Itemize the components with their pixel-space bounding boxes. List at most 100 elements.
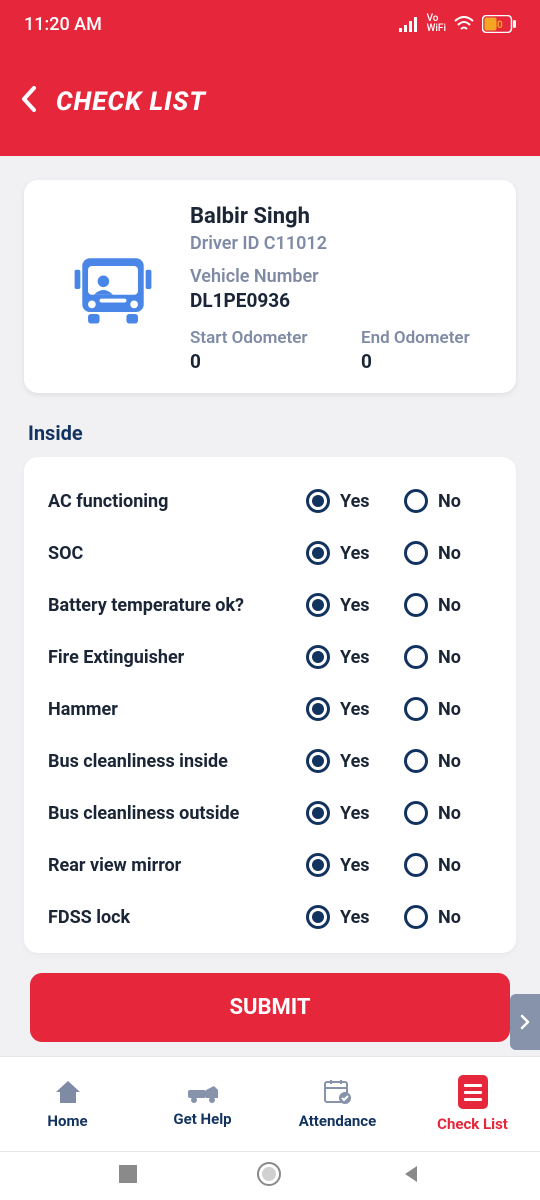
tab-home-label: Home xyxy=(47,1112,87,1130)
option-yes-label: Yes xyxy=(340,647,370,668)
option-yes[interactable]: Yes xyxy=(306,905,394,929)
radio-no[interactable] xyxy=(404,749,428,773)
option-no-label: No xyxy=(438,491,461,512)
checklist-row: FDSS lockYesNo xyxy=(48,891,492,943)
page-title: CHECK LIST xyxy=(56,87,206,117)
radio-yes[interactable] xyxy=(306,541,330,565)
radio-yes[interactable] xyxy=(306,593,330,617)
checklist-item-label: Battery temperature ok? xyxy=(48,595,296,616)
help-icon xyxy=(186,1080,220,1104)
driver-id: Driver ID C11012 xyxy=(190,233,492,254)
status-bar: 11:20 AM VoWiFi 40 xyxy=(0,0,540,48)
tab-get-help[interactable]: Get Help xyxy=(135,1080,270,1128)
radio-yes[interactable] xyxy=(306,697,330,721)
option-no[interactable]: No xyxy=(404,593,492,617)
end-odometer-label: End Odometer xyxy=(361,328,492,348)
radio-yes[interactable] xyxy=(306,905,330,929)
radio-no[interactable] xyxy=(404,541,428,565)
option-no-label: No xyxy=(438,699,461,720)
checklist-item-label: Rear view mirror xyxy=(48,855,296,876)
radio-no[interactable] xyxy=(404,697,428,721)
status-time: 11:20 AM xyxy=(24,14,102,35)
option-yes[interactable]: Yes xyxy=(306,645,394,669)
radio-yes[interactable] xyxy=(306,853,330,877)
option-no[interactable]: No xyxy=(404,905,492,929)
nav-recent-icon[interactable] xyxy=(119,1165,137,1187)
option-yes[interactable]: Yes xyxy=(306,489,394,513)
vowifi-icon: VoWiFi xyxy=(427,14,446,34)
option-yes-label: Yes xyxy=(340,595,370,616)
option-no[interactable]: No xyxy=(404,801,492,825)
option-yes-label: Yes xyxy=(340,543,370,564)
tab-check-list[interactable]: Check List xyxy=(405,1075,540,1133)
signal-icon xyxy=(399,16,419,32)
option-no-label: No xyxy=(438,543,461,564)
option-yes[interactable]: Yes xyxy=(306,801,394,825)
option-yes[interactable]: Yes xyxy=(306,749,394,773)
tab-attendance[interactable]: Attendance xyxy=(270,1078,405,1130)
checklist-row: Rear view mirror Yes No xyxy=(48,839,492,891)
checklist-item-label: AC functioning xyxy=(48,491,296,512)
checklist-row: AC functioning Yes No xyxy=(48,475,492,527)
back-icon[interactable] xyxy=(20,85,38,119)
option-yes-label: Yes xyxy=(340,907,370,928)
option-no[interactable]: No xyxy=(404,645,492,669)
home-icon xyxy=(54,1078,82,1106)
option-yes[interactable]: Yes xyxy=(306,541,394,565)
option-yes-label: Yes xyxy=(340,751,370,772)
checklist-card: AC functioningYesNoSOCYesNoBattery tempe… xyxy=(24,457,516,953)
radio-yes[interactable] xyxy=(306,749,330,773)
radio-no[interactable] xyxy=(404,645,428,669)
checklist-row: Bus cleanliness insideYesNo xyxy=(48,735,492,787)
checklist-row: Fire Extinguisher Yes No xyxy=(48,631,492,683)
option-no-label: No xyxy=(438,907,461,928)
option-no-label: No xyxy=(438,595,461,616)
nav-home-icon[interactable] xyxy=(256,1161,282,1191)
section-inside-label: Inside xyxy=(28,421,512,445)
radio-no[interactable] xyxy=(404,905,428,929)
option-no[interactable]: No xyxy=(404,541,492,565)
option-yes-label: Yes xyxy=(340,855,370,876)
radio-no[interactable] xyxy=(404,801,428,825)
option-no-label: No xyxy=(438,855,461,876)
wifi-icon xyxy=(454,16,474,32)
bottom-tabs: Home Get Help Attendance Check List xyxy=(0,1056,540,1152)
option-yes-label: Yes xyxy=(340,491,370,512)
option-yes[interactable]: Yes xyxy=(306,853,394,877)
attendance-icon xyxy=(323,1078,353,1106)
svg-text:40: 40 xyxy=(491,20,503,31)
app-header: CHECK LIST xyxy=(0,48,540,156)
status-icons: VoWiFi 40 xyxy=(399,14,516,34)
radio-yes[interactable] xyxy=(306,489,330,513)
option-yes[interactable]: Yes xyxy=(306,593,394,617)
option-yes-label: Yes xyxy=(340,803,370,824)
end-odometer-value: 0 xyxy=(361,350,492,373)
nav-back-icon[interactable] xyxy=(401,1164,421,1188)
radio-no[interactable] xyxy=(404,593,428,617)
radio-no[interactable] xyxy=(404,489,428,513)
checklist-row: Bus cleanliness outside Yes No xyxy=(48,787,492,839)
option-yes[interactable]: Yes xyxy=(306,697,394,721)
tab-attendance-label: Attendance xyxy=(299,1112,376,1130)
system-nav-bar xyxy=(0,1152,540,1200)
checklist-row: Battery temperature ok? Yes No xyxy=(48,579,492,631)
vehicle-number: DL1PE0936 xyxy=(190,289,492,312)
option-no[interactable]: No xyxy=(404,853,492,877)
option-no-label: No xyxy=(438,751,461,772)
tab-home[interactable]: Home xyxy=(0,1078,135,1130)
radio-yes[interactable] xyxy=(306,801,330,825)
radio-no[interactable] xyxy=(404,853,428,877)
checklist-item-label: Bus cleanliness outside xyxy=(48,803,296,824)
option-no[interactable]: No xyxy=(404,749,492,773)
radio-yes[interactable] xyxy=(306,645,330,669)
side-expand-button[interactable] xyxy=(510,994,540,1050)
checklist-item-label: Fire Extinguisher xyxy=(48,647,296,668)
option-no[interactable]: No xyxy=(404,697,492,721)
start-odometer-label: Start Odometer xyxy=(190,328,321,348)
option-no[interactable]: No xyxy=(404,489,492,513)
option-no-label: No xyxy=(438,647,461,668)
start-odometer-value: 0 xyxy=(190,350,321,373)
submit-button[interactable]: SUBMIT xyxy=(30,973,510,1042)
checklist-item-label: SOC xyxy=(48,543,296,564)
option-no-label: No xyxy=(438,803,461,824)
